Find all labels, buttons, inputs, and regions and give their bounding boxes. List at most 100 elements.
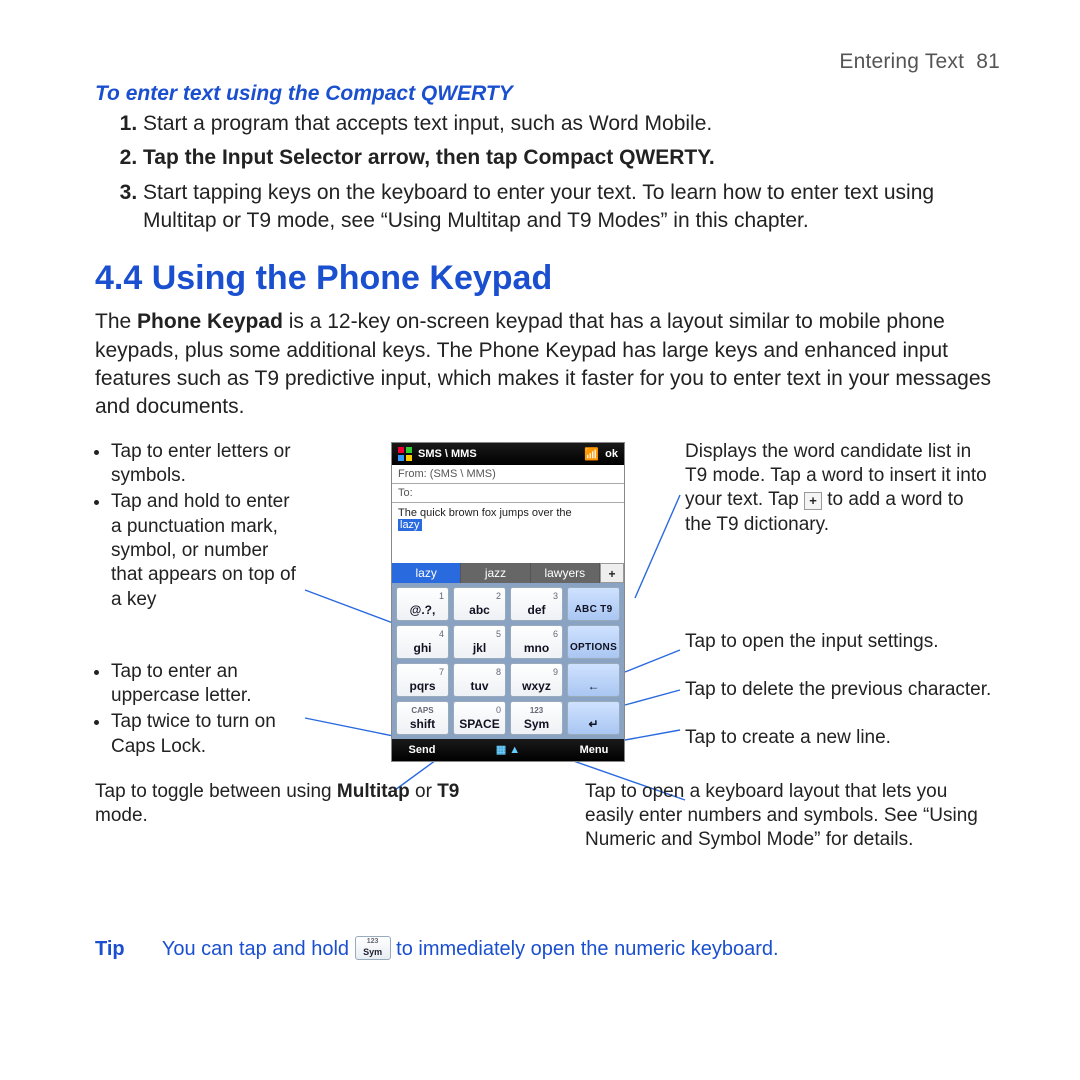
- key-2-lbl: abc: [454, 603, 505, 617]
- tip-row: Tip You can tap and hold to immediately …: [95, 936, 1000, 961]
- key-sym-lbl: Sym: [511, 717, 562, 731]
- step-2: Tap the Input Selector arrow, then tap C…: [143, 144, 1000, 172]
- candidate-3[interactable]: lawyers: [531, 563, 600, 583]
- key-3-num: 3: [553, 589, 558, 603]
- key-space-lbl: SPACE: [454, 717, 505, 731]
- candidate-1[interactable]: lazy: [392, 563, 461, 583]
- compact-qwerty-heading: To enter text using the Compact QWERTY: [95, 82, 1000, 106]
- key-2-num: 2: [496, 589, 501, 603]
- key-sym[interactable]: 123Sym: [510, 701, 563, 735]
- section-intro: The Phone Keypad is a 12-key on-screen k…: [95, 308, 1000, 421]
- softkey-bar: Send ▦ ▲ Menu: [392, 739, 624, 761]
- step-2e: .: [709, 146, 715, 169]
- key-8-num: 8: [496, 665, 501, 679]
- key-0-num: 0: [496, 703, 501, 717]
- page-number: 81: [976, 50, 1000, 73]
- bl-d: T9: [437, 781, 459, 802]
- add-candidate-button[interactable]: +: [600, 563, 624, 583]
- typed-text: The quick brown fox jumps over the: [398, 507, 572, 519]
- chapter-title: Entering Text: [839, 50, 964, 73]
- callout-left-1a: Tap to enter letters or symbols.: [111, 440, 305, 489]
- key-backspace[interactable]: ←: [567, 663, 620, 697]
- key-8[interactable]: 8tuv: [453, 663, 506, 697]
- bl-a: Tap to toggle between using: [95, 781, 337, 802]
- to-line[interactable]: To:: [392, 484, 624, 503]
- key-t9-lbl: ABC T9: [568, 603, 619, 617]
- callout-left-1: Tap to enter letters or symbols. Tap and…: [95, 440, 305, 614]
- bl-e: mode.: [95, 805, 148, 826]
- page-header: Entering Text 81: [95, 50, 1000, 74]
- key-9-num: 9: [553, 665, 558, 679]
- key-enter[interactable]: ↵: [567, 701, 620, 735]
- step-2b: Input Selector: [222, 146, 362, 169]
- key-shift[interactable]: CAPSshift: [396, 701, 449, 735]
- softkey-sip[interactable]: ▦ ▲: [452, 743, 564, 756]
- key-7-num: 7: [439, 665, 444, 679]
- step-3-text: Start tapping keys on the keyboard to en…: [143, 181, 934, 232]
- manual-page: Entering Text 81 To enter text using the…: [0, 0, 1080, 1080]
- tip-label: Tip: [95, 938, 125, 960]
- sym-key-icon: [355, 936, 391, 960]
- key-4[interactable]: 4ghi: [396, 625, 449, 659]
- step-3: Start tapping keys on the keyboard to en…: [143, 179, 1000, 236]
- bl-c: or: [410, 781, 437, 802]
- key-1-lbl: @.?,: [397, 603, 448, 617]
- key-9[interactable]: 9wxyz: [510, 663, 563, 697]
- key-shift-top: CAPS: [397, 704, 448, 718]
- key-8-lbl: tuv: [454, 679, 505, 693]
- key-5[interactable]: 5jkl: [453, 625, 506, 659]
- callout-right-2: Tap to open the input settings.: [685, 630, 995, 654]
- key-6[interactable]: 6mno: [510, 625, 563, 659]
- step-2d: Compact QWERTY: [523, 146, 709, 169]
- key-sym-top: 123: [511, 704, 562, 718]
- key-1-num: 1: [439, 589, 444, 603]
- key-3-lbl: def: [511, 603, 562, 617]
- callout-bottom-left: Tap to toggle between using Multitap or …: [95, 780, 475, 829]
- key-5-lbl: jkl: [454, 641, 505, 655]
- key-6-num: 6: [553, 627, 558, 641]
- softkey-menu[interactable]: Menu: [564, 744, 624, 756]
- phone-titlebar: SMS \ MMS 📶 ok: [392, 443, 624, 465]
- keypad-figure: Tap to enter letters or symbols. Tap and…: [95, 440, 1000, 910]
- phone-keypad-mock: SMS \ MMS 📶 ok From: (SMS \ MMS) To: The…: [391, 442, 625, 762]
- key-t9-toggle[interactable]: ABC T9: [567, 587, 620, 621]
- bl-b: Multitap: [337, 781, 410, 802]
- ok-button[interactable]: ok: [605, 448, 618, 460]
- step-1-text: Start a program that accepts text input,…: [143, 112, 712, 135]
- callout-right-4: Tap to create a new line.: [685, 726, 995, 750]
- key-shift-lbl: shift: [397, 717, 448, 731]
- selected-word: lazy: [398, 519, 422, 531]
- step-1: Start a program that accepts text input,…: [143, 110, 1000, 138]
- from-line: From: (SMS \ MMS): [392, 465, 624, 484]
- callout-left-2a: Tap to enter an uppercase letter.: [111, 660, 305, 709]
- softkey-send[interactable]: Send: [392, 744, 452, 756]
- key-4-lbl: ghi: [397, 641, 448, 655]
- callout-right-1: Displays the word candidate list in T9 m…: [685, 440, 995, 537]
- key-space[interactable]: 0SPACE: [453, 701, 506, 735]
- windows-logo-icon: [398, 447, 412, 461]
- compact-qwerty-steps: Start a program that accepts text input,…: [95, 110, 1000, 235]
- key-options[interactable]: OPTIONS: [567, 625, 620, 659]
- key-7[interactable]: 7pqrs: [396, 663, 449, 697]
- plus-icon: +: [804, 492, 822, 510]
- key-6-lbl: mno: [511, 641, 562, 655]
- phone-title: SMS \ MMS: [418, 448, 578, 460]
- phone-keypad: 1@.?, 2abc 3def ABC T9 4ghi 5jkl 6mno OP…: [392, 583, 624, 739]
- key-options-lbl: OPTIONS: [568, 641, 619, 655]
- key-2[interactable]: 2abc: [453, 587, 506, 621]
- tip-text-b: to immediately open the numeric keyboard…: [396, 938, 778, 960]
- callout-left-2b: Tap twice to turn on Caps Lock.: [111, 710, 305, 759]
- step-2c: arrow, then tap: [362, 146, 523, 169]
- intro-a: The: [95, 310, 137, 333]
- callout-left-2: Tap to enter an uppercase letter. Tap tw…: [95, 660, 305, 761]
- intro-b: Phone Keypad: [137, 310, 283, 333]
- key-3[interactable]: 3def: [510, 587, 563, 621]
- tip-text-a: You can tap and hold: [162, 938, 355, 960]
- section-title: 4.4 Using the Phone Keypad: [95, 259, 1000, 298]
- key-1[interactable]: 1@.?,: [396, 587, 449, 621]
- step-2a: Tap the: [143, 146, 222, 169]
- candidate-2[interactable]: jazz: [461, 563, 530, 583]
- enter-icon: ↵: [568, 717, 619, 731]
- message-textarea[interactable]: The quick brown fox jumps over the lazy: [392, 503, 624, 563]
- callout-right-3: Tap to delete the previous character.: [685, 678, 995, 702]
